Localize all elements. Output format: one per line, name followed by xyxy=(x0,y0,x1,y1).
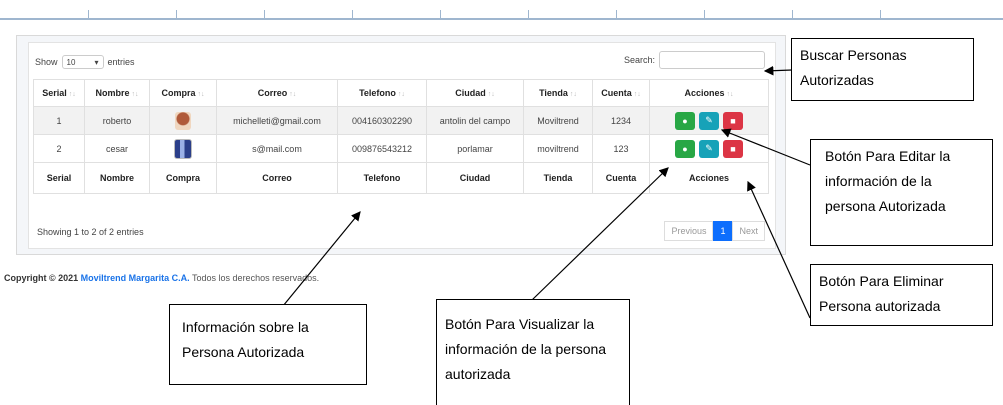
view-button[interactable]: ● xyxy=(675,111,695,130)
trash-icon: ■ xyxy=(730,115,736,126)
column-header-ciudad[interactable]: Ciudad ↑↓ xyxy=(426,79,524,107)
callout-visualizar: Botón Para Visualizar la información de … xyxy=(436,299,630,405)
rights-text: Todos los derechos reservados. xyxy=(192,273,320,283)
cell-acciones: ● ✎ ■ xyxy=(649,134,769,163)
table-info: Showing 1 to 2 of 2 entries xyxy=(37,227,144,237)
cell-telefono: 009876543212 xyxy=(337,134,427,163)
trash-icon: ■ xyxy=(730,143,736,154)
entries-label: entries xyxy=(107,57,135,67)
entries-length-control: Show 10 ▾ entries xyxy=(35,55,135,69)
cell-ciudad: antolin del campo xyxy=(426,106,524,135)
bar-divider xyxy=(176,10,177,18)
cell-ciudad: porlamar xyxy=(426,134,524,163)
header-row: Serial ↑↓ Nombre ↑↓ Compra ↑↓ Correo ↑↓ Tele… xyxy=(33,79,769,107)
footer-column-nombre: Nombre xyxy=(84,162,150,194)
cell-telefono: 004160302290 xyxy=(337,106,427,135)
cell-cuenta: 1234 xyxy=(592,106,650,135)
search-control: Search: xyxy=(624,51,765,69)
cell-tienda: Moviltrend xyxy=(523,106,593,135)
purchase-photo[interactable] xyxy=(175,111,191,130)
bar-divider xyxy=(792,10,793,18)
callout-editar: Botón Para Editar la información de la p… xyxy=(810,139,993,246)
search-label: Search: xyxy=(623,55,655,65)
cell-serial: 1 xyxy=(33,106,85,135)
cell-correo: s@mail.com xyxy=(216,134,338,163)
bar-divider xyxy=(704,10,705,18)
column-header-compra[interactable]: Compra ↑↓ xyxy=(149,79,217,107)
bar-divider xyxy=(528,10,529,18)
callout-informacion: Información sobre la Persona Autorizada xyxy=(169,304,367,385)
column-header-serial[interactable]: Serial ↑↓ xyxy=(33,79,85,107)
column-header-tienda[interactable]: Tienda ↑↓ xyxy=(523,79,593,107)
callout-eliminar: Botón Para Eliminar Persona autorizada xyxy=(810,264,993,326)
previous-button[interactable]: Previous xyxy=(664,221,714,241)
footer-column-compra: Compra xyxy=(149,162,217,194)
footer-column-serial: Serial xyxy=(33,162,85,194)
view-button[interactable]: ● xyxy=(675,139,695,158)
search-input[interactable] xyxy=(659,51,765,69)
entries-select[interactable]: 10 ▾ xyxy=(61,55,104,69)
eye-icon: ● xyxy=(682,115,688,126)
callout-buscar: Buscar Personas Autorizadas xyxy=(791,38,974,101)
cell-tienda: moviltrend xyxy=(523,134,593,163)
bar-divider xyxy=(616,10,617,18)
column-header-cuenta[interactable]: Cuenta ↑↓ xyxy=(592,79,650,107)
bar-divider xyxy=(880,10,881,18)
cell-compra xyxy=(149,134,217,163)
footer-column-ciudad: Ciudad xyxy=(426,162,524,194)
footer-column-telefono: Telefono xyxy=(337,162,427,194)
column-header-acciones[interactable]: Acciones ↑↓ xyxy=(649,79,769,107)
bar-divider xyxy=(264,10,265,18)
cell-nombre: cesar xyxy=(84,134,150,163)
purchase-photo[interactable] xyxy=(174,138,192,159)
cell-serial: 2 xyxy=(33,134,85,163)
column-header-telefono[interactable]: Telefono ↑↓ xyxy=(337,79,427,107)
edit-icon: ✎ xyxy=(705,143,713,153)
footer-header-row: Serial Nombre Compra Correo Telefono Ciu… xyxy=(33,162,769,194)
page-1-button[interactable]: 1 xyxy=(713,221,733,241)
bar-divider xyxy=(352,10,353,18)
table-row: 2 cesar s@mail.com 009876543212 porlamar… xyxy=(33,134,769,163)
cell-cuenta: 123 xyxy=(592,134,650,163)
datatable-card: Show 10 ▾ entries Search: Serial ↑↓ Nombr… xyxy=(28,42,776,249)
footer-column-tienda: Tienda xyxy=(523,162,593,194)
column-header-nombre[interactable]: Nombre ↑↓ xyxy=(84,79,150,107)
column-header-correo[interactable]: Correo ↑↓ xyxy=(216,79,338,107)
page-footer: Copyright © 2021 Moviltrend Margarita C.… xyxy=(4,273,319,283)
footer-column-acciones: Acciones xyxy=(649,162,769,194)
top-window-bar xyxy=(0,0,1003,20)
brand-link[interactable]: Moviltrend Margarita C.A. xyxy=(81,273,190,283)
personas-table: Serial ↑↓ Nombre ↑↓ Compra ↑↓ Correo ↑↓ Tele… xyxy=(33,79,769,194)
entries-value: 10 xyxy=(66,57,76,67)
table-row: 1 roberto michelleti@gmail.com 004160302… xyxy=(33,106,769,135)
bar-divider xyxy=(88,10,89,18)
footer-column-correo: Correo xyxy=(216,162,338,194)
delete-button[interactable]: ■ xyxy=(723,139,743,158)
edit-button[interactable]: ✎ xyxy=(699,111,719,130)
show-label: Show xyxy=(35,57,58,67)
cell-correo: michelleti@gmail.com xyxy=(216,106,338,135)
edit-icon: ✎ xyxy=(705,115,713,125)
delete-button[interactable]: ■ xyxy=(723,111,743,130)
edit-button[interactable]: ✎ xyxy=(699,139,719,158)
pagination: Previous 1 Next xyxy=(664,221,765,241)
eye-icon: ● xyxy=(682,143,688,154)
footer-column-cuenta: Cuenta xyxy=(592,162,650,194)
cell-compra xyxy=(149,106,217,135)
cell-acciones: ● ✎ ■ xyxy=(649,106,769,135)
bar-divider xyxy=(440,10,441,18)
copyright-text: Copyright © 2021 xyxy=(4,273,79,283)
chevron-down-icon: ▾ xyxy=(94,57,99,67)
next-button[interactable]: Next xyxy=(732,221,765,241)
cell-nombre: roberto xyxy=(84,106,150,135)
